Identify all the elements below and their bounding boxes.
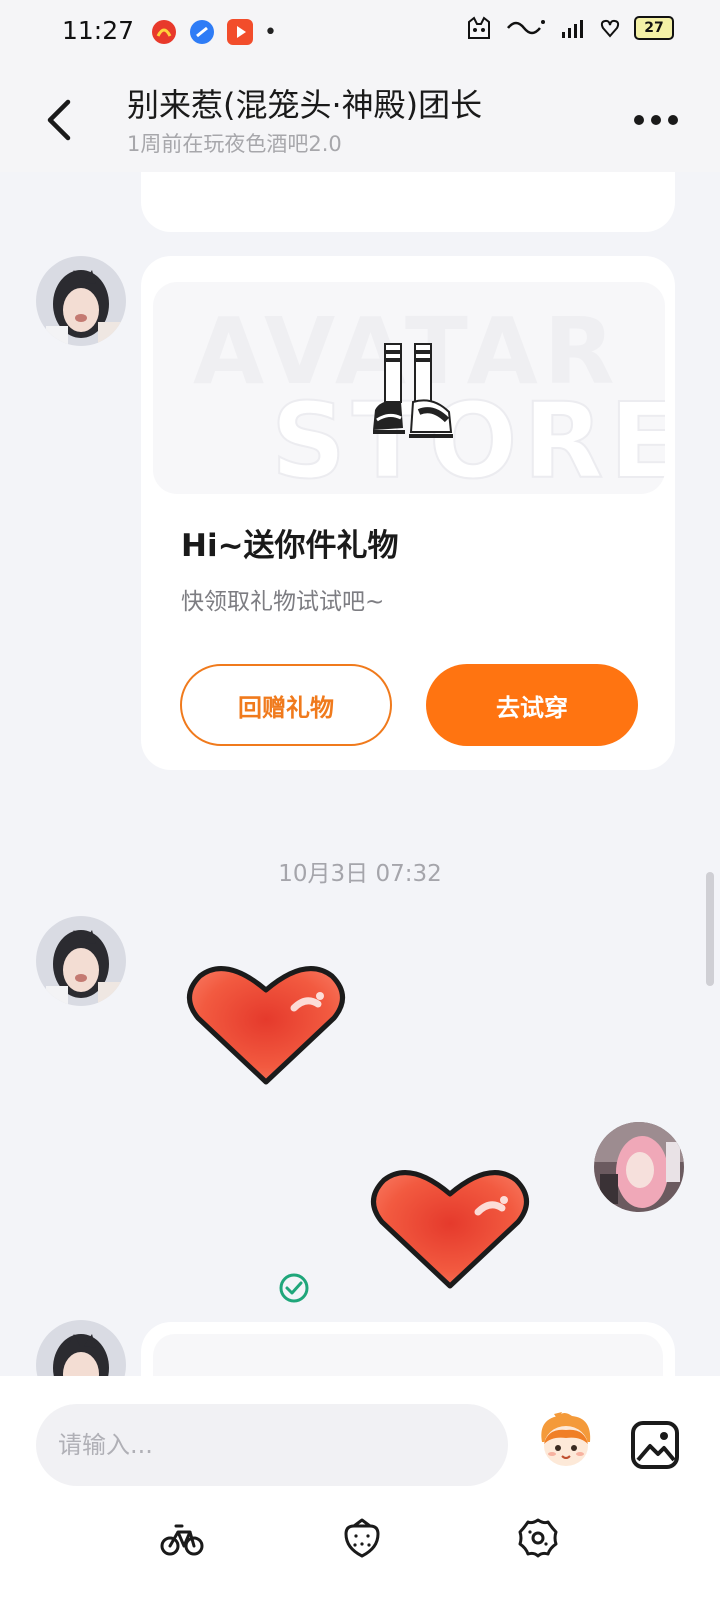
partner-avatar[interactable] [36,1320,126,1376]
scrollbar-thumb[interactable] [706,872,714,986]
my-avatar[interactable] [594,1122,684,1212]
banner-watermark-bottom: STORE [270,379,665,494]
battery-level: 27 [644,20,664,36]
more-options-button[interactable] [634,110,680,130]
heart-status-icon [600,19,620,38]
strawberry-icon[interactable] [340,1516,384,1560]
chat-partner-status: 1周前在玩夜色酒吧2.0 [127,132,342,156]
more-dot-icon [634,115,644,125]
more-notifications-dot: • [264,19,277,45]
battery-indicator: 27 [634,16,674,40]
back-button[interactable] [40,96,80,144]
chat-partner-name[interactable]: 别来惹(混笼头·神殿)团长 [127,80,482,126]
sticker-character-icon[interactable] [534,1408,598,1472]
status-right-icons: 27 [466,16,674,40]
next-gift-card [141,1322,675,1376]
previous-gift-card [141,172,675,232]
image-picker-icon[interactable] [630,1420,680,1470]
gift-card-title: Hi~送你件礼物 [181,528,399,564]
next-card-banner [153,1334,663,1376]
message-timestamp: 10月3日 07:32 [278,861,442,887]
try-on-button[interactable]: 去试穿 [426,664,638,746]
status-time: 11:27 [62,16,135,45]
back-arrow-icon [47,99,71,141]
bike-icon[interactable] [160,1516,204,1560]
signal-icon [562,20,583,38]
wifi-icon [507,20,545,35]
chat-message-list[interactable]: AVATAR STORE Hi~送你件礼物 快领取礼物试试吧~ 回赠礼物 去试穿… [0,172,720,1376]
more-dot-icon [651,115,661,125]
status-notification-icons: • [150,18,277,46]
cat-icon [468,16,490,39]
message-input-bar [0,1376,720,1612]
more-dot-icon [668,115,678,125]
status-bar: 11:27 • 27 [0,0,720,68]
read-check-icon [279,1273,309,1303]
flower-cookie-icon[interactable] [516,1516,560,1560]
heart-sticker-received[interactable] [186,960,346,1090]
partner-avatar[interactable] [36,916,126,1006]
heart-sticker-sent[interactable] [370,1164,530,1294]
return-gift-button[interactable]: 回赠礼物 [180,664,392,746]
partner-avatar[interactable] [36,256,126,346]
avatar-store-banner[interactable]: AVATAR STORE [153,282,665,494]
browser-notification-icon [190,20,214,44]
message-input[interactable] [36,1404,508,1486]
chat-header: 别来惹(混笼头·神殿)团长 1周前在玩夜色酒吧2.0 [0,68,720,172]
app-notification-icon [152,20,176,44]
video-notification-icon [227,19,253,45]
socks-sneakers-icon [373,343,453,438]
gift-card-description: 快领取礼物试试吧~ [181,589,385,615]
